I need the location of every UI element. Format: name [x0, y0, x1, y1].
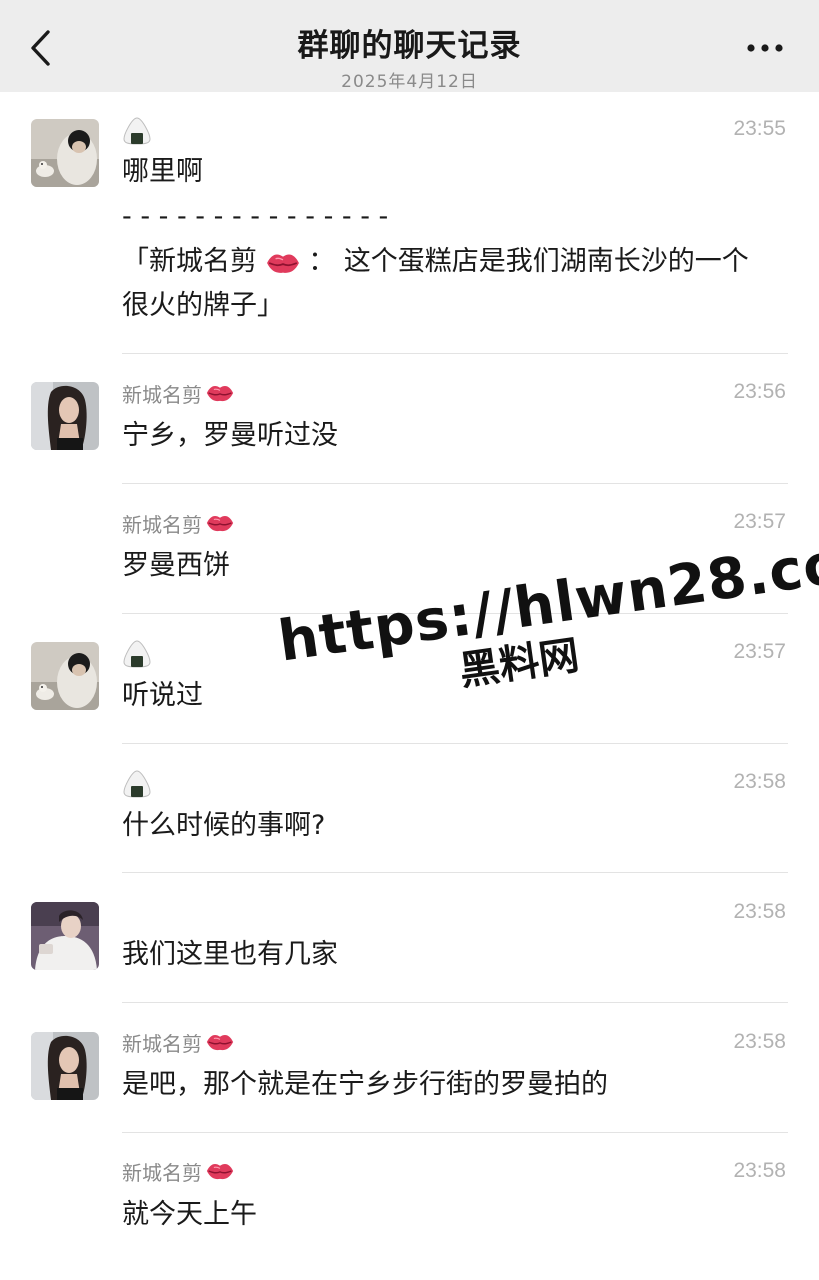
quote-separator: - - - - - - - - - - - - - - -	[122, 201, 389, 232]
message-text[interactable]: 罗曼西饼	[122, 544, 788, 588]
page-date: 2025年4月12日	[341, 72, 478, 92]
quoted-message-line2: 很火的牌子」	[122, 290, 284, 321]
sender-name: 新城名剪	[122, 509, 234, 537]
avatar[interactable]	[31, 902, 99, 970]
page-title: 群聊的聊天记录	[297, 28, 522, 64]
avatar-image	[31, 642, 99, 710]
message-text[interactable]: 我们这里也有几家	[122, 933, 788, 977]
sender-name-text: 新城名剪	[122, 1031, 202, 1056]
divider	[122, 872, 788, 873]
message-time: 23:58	[733, 1030, 786, 1053]
avatar[interactable]	[31, 642, 99, 710]
lips-icon	[206, 1031, 234, 1053]
sender-name: 新城名剪	[122, 1157, 234, 1185]
message-text[interactable]: 宁乡，罗曼听过没	[122, 414, 788, 458]
divider	[122, 353, 788, 354]
lips-icon	[206, 382, 234, 404]
divider	[122, 1132, 788, 1133]
message-time: 23:58	[733, 900, 786, 923]
message-time: 23:58	[733, 1159, 786, 1182]
sender-name-text: 新城名剪	[122, 382, 202, 407]
lips-icon	[206, 1160, 234, 1182]
message-time: 23:57	[733, 640, 786, 663]
onigiri-icon	[122, 116, 152, 146]
quote-body: ： 这个蛋糕店是我们湖南长沙的一个	[308, 246, 749, 277]
more-dots-icon	[747, 44, 783, 52]
message-text[interactable]: 什么时候的事啊?	[122, 804, 788, 848]
message-time: 23:55	[733, 117, 786, 140]
avatar-image	[31, 1032, 99, 1100]
message-time: 23:57	[733, 510, 786, 533]
message-text[interactable]: 就今天上午	[122, 1193, 788, 1237]
divider	[122, 1002, 788, 1003]
sender-name: 新城名剪	[122, 1028, 234, 1056]
divider	[122, 743, 788, 744]
message-text[interactable]: 哪里啊	[122, 150, 788, 194]
sender-name	[122, 117, 152, 145]
sender-name: 新城名剪	[122, 379, 234, 407]
divider	[122, 613, 788, 614]
message-text[interactable]: 听说过	[122, 674, 788, 718]
message-time: 23:56	[733, 380, 786, 403]
message-text[interactable]: 是吧，那个就是在宁乡步行街的罗曼拍的	[122, 1063, 788, 1107]
sender-name	[122, 770, 152, 798]
message-time: 23:58	[733, 770, 786, 793]
more-button[interactable]	[744, 30, 786, 66]
avatar-image	[31, 382, 99, 450]
chat-header: 群聊的聊天记录 2025年4月12日	[0, 0, 819, 92]
sender-name-text: 新城名剪	[122, 512, 202, 537]
sender-name-text: 新城名剪	[122, 1160, 202, 1185]
quoted-message[interactable]: 「新城名剪 ： 这个蛋糕店是我们湖南长沙的一个	[122, 240, 788, 284]
quote-prefix: 「新城名剪	[122, 246, 257, 277]
avatar-image	[31, 902, 99, 970]
avatar[interactable]	[31, 382, 99, 450]
header-title-block: 群聊的聊天记录 2025年4月12日	[0, 0, 819, 92]
avatar[interactable]	[31, 119, 99, 187]
lips-icon	[266, 250, 300, 276]
onigiri-icon	[122, 639, 152, 669]
avatar-image	[31, 119, 99, 187]
sender-name	[122, 640, 152, 668]
avatar[interactable]	[31, 1032, 99, 1100]
onigiri-icon	[122, 769, 152, 799]
lips-icon	[206, 512, 234, 534]
divider	[122, 483, 788, 484]
